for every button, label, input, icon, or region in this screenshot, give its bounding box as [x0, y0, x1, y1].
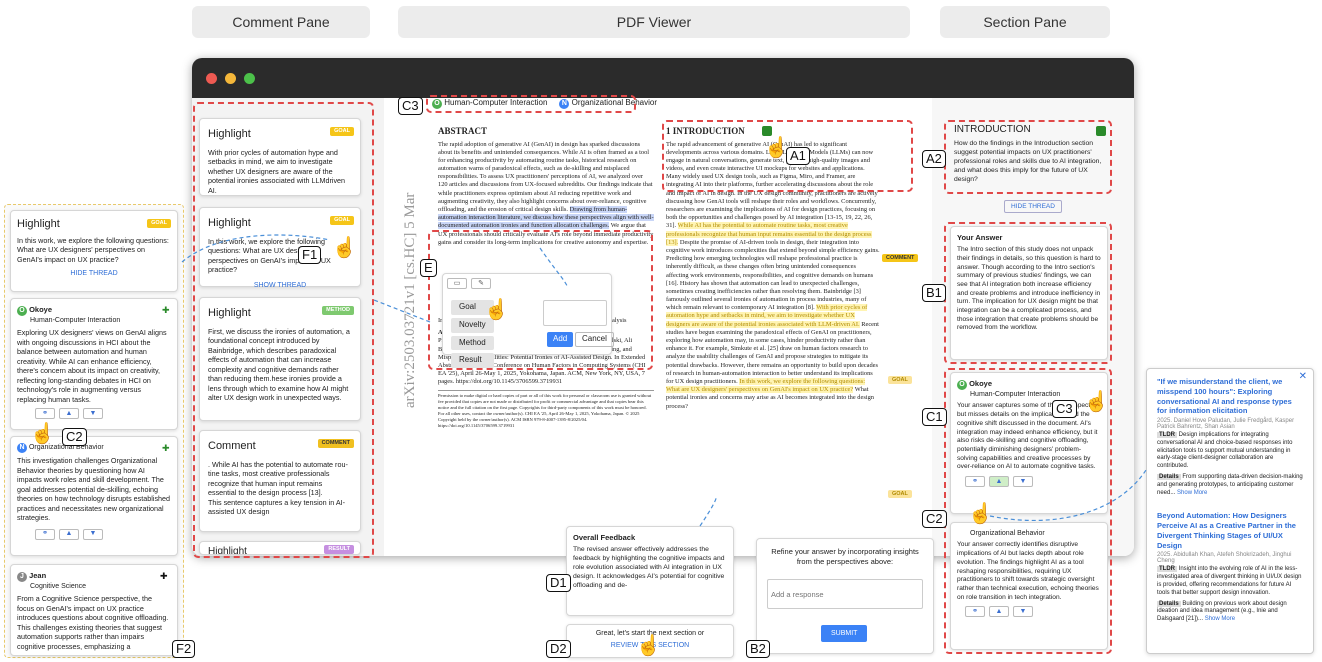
feedback-title: Overall Feedback	[573, 533, 636, 542]
result-option[interactable]: Result	[451, 353, 494, 369]
callout-c3: C3	[398, 97, 423, 115]
callout-c2-section: C2	[922, 510, 947, 528]
persona-name: Okoye	[29, 305, 53, 314]
annotation-popup: ▭ ✎ Goal Novelty Method Result Add Cance…	[442, 273, 614, 369]
callout-b2: B2	[746, 640, 770, 658]
close-dot-icon[interactable]	[206, 72, 217, 84]
callout-f1: F1	[298, 246, 322, 264]
tldr-tag: TLDR	[1157, 566, 1177, 573]
hand-cursor-icon: ☝	[30, 423, 55, 445]
callout-f2: F2	[172, 640, 196, 658]
intro-text-2: Despite the promise of AI-driven tools i…	[666, 238, 880, 312]
hand-cursor-icon: ☝	[484, 299, 509, 321]
related-papers-panel: ✕ "If we misunderstand the client, we mi…	[1146, 368, 1314, 654]
overall-feedback-card: Overall Feedback The revised answer effe…	[566, 526, 734, 616]
hide-thread-button[interactable]: HIDE THREAD	[1004, 200, 1062, 213]
paper-meta: 2025. Daniel Hove Paludan, Julie Fredgår…	[1157, 418, 1295, 430]
pdf-viewer-label-text: PDF Viewer	[616, 14, 692, 30]
margin-goal-badge[interactable]: GOAL	[888, 490, 912, 498]
persona-card-jean: J Jean Cognitive Science From a Cognitiv…	[10, 564, 178, 656]
callout-b1: B1	[922, 284, 946, 302]
intro-text-3: Recent studies have begun examining the …	[666, 320, 879, 385]
comment-icon[interactable]: ▭	[447, 278, 467, 289]
paper-tldr: Design implications for integrating conv…	[1157, 432, 1293, 470]
persona-name: Jean	[29, 571, 47, 580]
comment-pane-outline	[193, 102, 374, 558]
callout-a2: A2	[922, 150, 946, 168]
comment-textarea[interactable]	[543, 300, 607, 326]
persona-text: Exploring UX designers' views on GenAI a…	[17, 328, 167, 404]
section-pane-label: Section Pane	[940, 6, 1110, 38]
paper-tldr: Insight into the evolving role of AI in …	[1157, 566, 1302, 596]
thumbs-down-icon[interactable]: ▼	[83, 528, 103, 540]
hide-thread-link[interactable]: HIDE THREAD	[17, 269, 171, 278]
hand-cursor-icon: ☝	[968, 503, 993, 525]
hand-cursor-icon: ☝	[764, 137, 789, 159]
show-more-link[interactable]: Show More	[1205, 616, 1235, 622]
comment-pane-label-text: Comment Pane	[232, 14, 330, 30]
persona-role: Cognitive Science	[30, 583, 87, 590]
cancel-button[interactable]: Cancel	[575, 332, 614, 347]
close-icon[interactable]: ✕	[1299, 371, 1307, 382]
persona-card-ob: N Organizational Behavior This investiga…	[10, 436, 178, 556]
maximize-dot-icon[interactable]	[244, 72, 255, 84]
method-option[interactable]: Method	[451, 335, 494, 351]
window-titlebar	[192, 58, 1134, 98]
hand-cursor-icon: ☝	[636, 635, 661, 657]
callout-d1: D1	[546, 574, 571, 592]
persona-text: This investigation challenges Organizati…	[17, 456, 171, 522]
permission-text: Permission to make digital or hard copie…	[438, 390, 654, 428]
abstract-text: The rapid adoption of generative AI (Gen…	[438, 140, 653, 214]
margin-goal-badge[interactable]: GOAL	[888, 376, 912, 384]
link-icon[interactable]: ⚭	[35, 528, 55, 540]
comment-pane-label: Comment Pane	[192, 6, 370, 38]
response-input[interactable]	[767, 579, 923, 609]
submit-button[interactable]: SUBMIT	[821, 625, 868, 643]
thumbs-up-icon[interactable]: ▲	[59, 408, 79, 420]
callout-d2: D2	[546, 640, 571, 658]
margin-comment-badge[interactable]: COMMENT	[882, 254, 919, 262]
callout-c3-section: C3	[1052, 400, 1077, 418]
thumbs-up-icon[interactable]: ▲	[59, 528, 79, 540]
pdf-viewer-label: PDF Viewer	[398, 6, 910, 38]
minimize-dot-icon[interactable]	[225, 72, 236, 84]
details-tag: Details	[1157, 600, 1181, 607]
paper-meta: 2025. Abidullah Khan, Atefeh Shokrizadeh…	[1157, 552, 1292, 565]
section-pane-label-text: Section Pane	[983, 14, 1067, 30]
hand-cursor-icon: ☝	[1084, 391, 1109, 413]
highlight-pen-icon[interactable]: ✎	[471, 278, 491, 289]
hand-cursor-icon: ☝	[332, 237, 357, 259]
chat-icon[interactable]	[762, 126, 772, 136]
answer-outline	[944, 222, 1112, 364]
feedback-text: The revised answer effectively addresses…	[573, 546, 725, 589]
category-bar-outline	[426, 95, 636, 113]
persona-text: From a Cognitive Science perspective, th…	[17, 594, 169, 651]
refine-prompt: Refine your answer by incorporating insi…	[771, 547, 919, 567]
pin-icon[interactable]: ✚	[160, 571, 168, 582]
abstract-heading: ABSTRACT	[438, 126, 488, 136]
show-more-link[interactable]: Show More	[1177, 490, 1207, 496]
tldr-tag: TLDR	[1157, 432, 1177, 438]
callout-e: E	[420, 259, 437, 277]
thumbs-down-icon[interactable]: ▼	[83, 408, 103, 420]
link-icon[interactable]: ⚭	[35, 408, 55, 420]
question-outline	[944, 120, 1112, 194]
arxiv-stamp: arXiv:2503.03721v1 [cs.HC] 5 Mar	[402, 192, 418, 408]
persona-role: Human-Computer Interaction	[30, 317, 121, 324]
goal-badge: GOAL	[147, 219, 171, 229]
persona-card-okoye: O Okoye Human-Computer Interaction Explo…	[10, 298, 178, 430]
card-text: In this work, we explore the following q…	[17, 235, 169, 264]
details-tag: Details	[1157, 473, 1181, 480]
callout-a1: A1	[786, 147, 810, 165]
callout-c1: C1	[922, 408, 947, 426]
refine-answer-card: Refine your answer by incorporating insi…	[756, 538, 934, 654]
pin-icon[interactable]: ✚	[162, 305, 170, 316]
pin-icon[interactable]: ✚	[162, 443, 170, 454]
expanded-highlight: Highlight GOAL In this work, we explore …	[10, 210, 178, 292]
paper-title[interactable]: Beyond Automation: How Designers Perceiv…	[1157, 511, 1303, 550]
paper-title[interactable]: "If we misunderstand the client, we miss…	[1157, 377, 1303, 416]
callout-c2-left: C2	[62, 428, 87, 446]
add-button[interactable]: Add	[547, 332, 574, 347]
